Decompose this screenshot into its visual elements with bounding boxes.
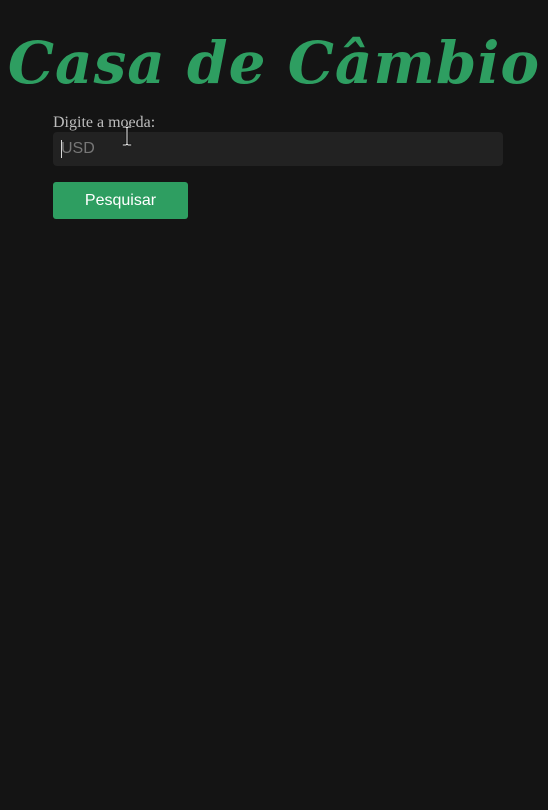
text-caret xyxy=(61,140,62,158)
text-cursor-icon xyxy=(121,126,133,146)
search-button[interactable]: Pesquisar xyxy=(53,182,188,219)
currency-input-label: Digite a moeda: xyxy=(53,114,156,131)
page-title: Casa de Câmbio xyxy=(7,29,541,97)
